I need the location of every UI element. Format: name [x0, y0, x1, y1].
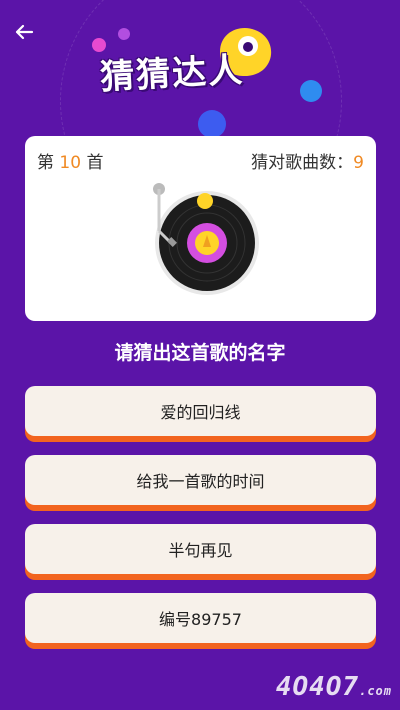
question-card: 第 10 首 猜对歌曲数：9 — [25, 136, 376, 321]
page-title: 猜猜达人 — [99, 50, 246, 98]
answer-option-2[interactable]: 给我一首歌的时间 — [25, 455, 376, 505]
answer-option-1[interactable]: 爱的回归线 — [25, 386, 376, 436]
question-suffix: 首 — [86, 153, 104, 173]
question-index: 第 10 首 — [37, 148, 103, 173]
question-number: 10 — [59, 153, 82, 173]
answer-option-3[interactable]: 半句再见 — [25, 524, 376, 574]
watermark: 4O4O7.com — [276, 672, 392, 702]
answer-option-4[interactable]: 编号89757 — [25, 593, 376, 643]
vinyl-record-icon[interactable] — [145, 181, 265, 301]
arrow-left-icon[interactable] — [10, 18, 38, 46]
question-prompt: 请猜出这首歌的名字 — [114, 342, 286, 364]
score-label: 猜对歌曲数： — [251, 153, 354, 173]
watermark-main: 4O4O7 — [275, 672, 360, 702]
score-counter: 猜对歌曲数：9 — [251, 148, 364, 173]
question-prefix: 第 — [37, 153, 54, 173]
header: 猜猜达人 — [0, 0, 400, 135]
watermark-suffix: .com — [359, 684, 392, 698]
score-value: 9 — [353, 153, 364, 173]
